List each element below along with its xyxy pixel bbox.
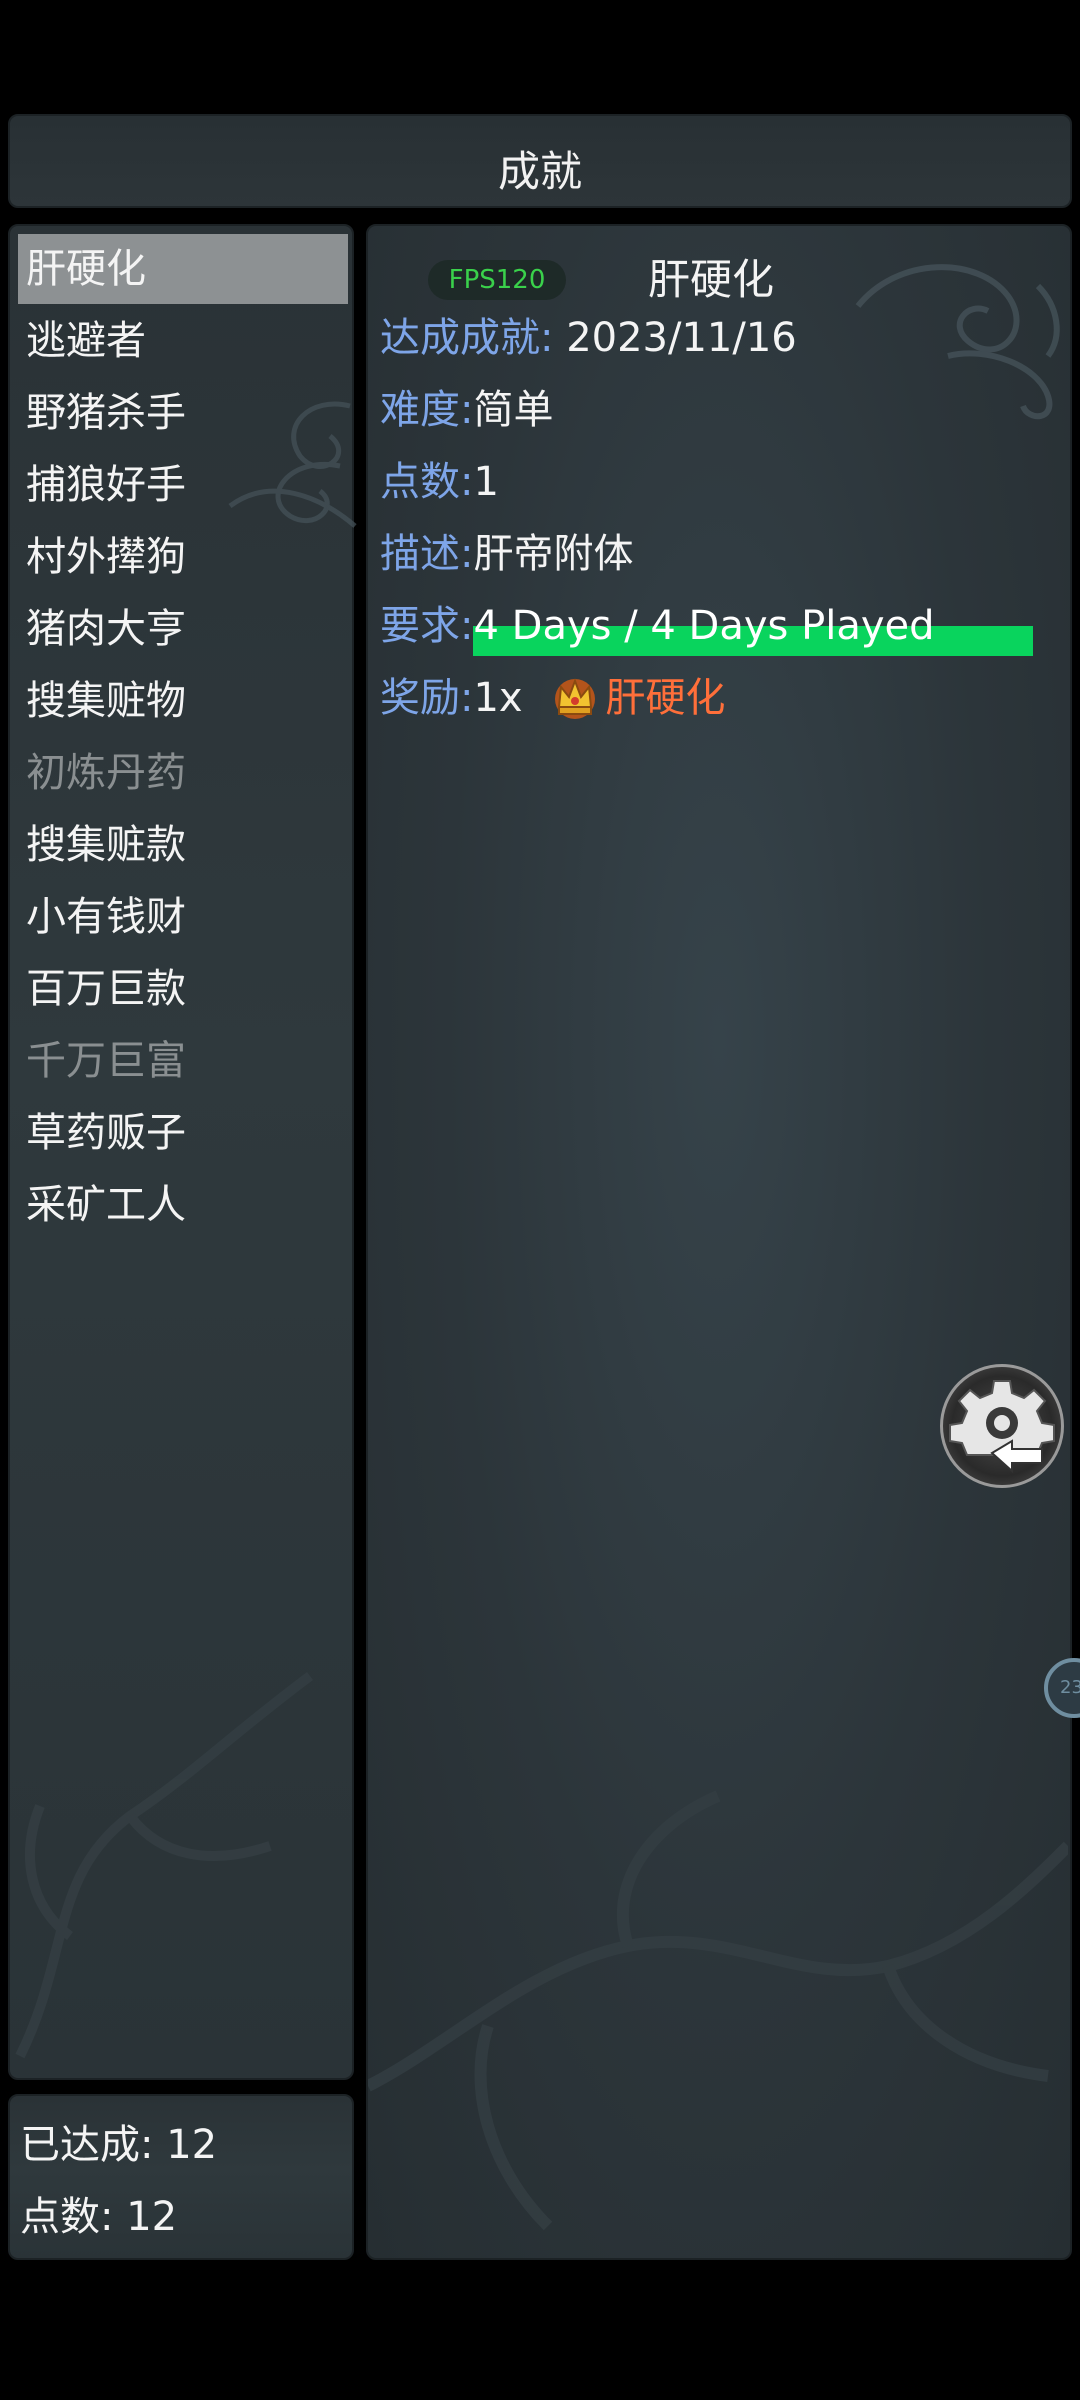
requirement-row: 要求: 4 Days / 4 Days Played: [380, 594, 1034, 658]
gear-back-icon: [949, 1380, 1055, 1474]
achievement-item[interactable]: 猪肉大亨: [18, 594, 348, 664]
crown-icon: [555, 678, 596, 719]
settings-back-button[interactable]: [940, 1364, 1064, 1488]
achieved-label: 达成成就:: [380, 315, 554, 361]
achievement-item[interactable]: 小有钱财: [18, 882, 348, 952]
title-bar: 成就: [8, 114, 1072, 208]
reward-name: 肝硬化: [605, 675, 726, 721]
achievement-item[interactable]: 初炼丹药: [18, 738, 348, 808]
achievement-item[interactable]: 搜集赃物: [18, 666, 348, 736]
requirement-text: 4 Days / 4 Days Played: [473, 603, 935, 649]
achievement-list[interactable]: 肝硬化 逃避者 野猪杀手 捕狼好手 村外撵狗 猪肉大亨 搜集赃物 初炼丹药 搜集赃款 小有钱财 百万…: [8, 224, 357, 2080]
plum-blossom-decoration: [15, 1672, 314, 2059]
requirement-label: 要求:: [380, 603, 474, 649]
page-title: 成就: [497, 147, 582, 196]
difficulty-label: 难度:: [380, 387, 474, 433]
points-label: 点数:: [380, 459, 474, 505]
achieved-count: 已达成: 12: [20, 2122, 218, 2168]
achievement-title: 肝硬化: [648, 255, 775, 304]
plum-blossom-decoration: [368, 1790, 1068, 2231]
difficulty-value: 简单: [473, 387, 554, 433]
achievement-item[interactable]: 搜集赃款: [18, 810, 348, 880]
reward-count: 1x: [473, 675, 523, 721]
achievement-item[interactable]: 草药贩子: [18, 1098, 348, 1168]
achieved-date: 2023/11/16: [566, 315, 797, 361]
achieved-date-row: 达成成就: 2023/11/16: [380, 306, 797, 370]
achievement-item[interactable]: 肝硬化: [18, 234, 348, 304]
description-value: 肝帝附体: [473, 531, 634, 577]
points-value: 1: [473, 459, 499, 505]
achievement-item[interactable]: 村外撵狗: [18, 522, 348, 592]
achievement-item[interactable]: 捕狼好手: [18, 450, 348, 520]
summary-panel: 已达成: 12 点数: 12: [8, 2094, 354, 2260]
cloud-decoration: [855, 264, 1060, 420]
description-row: 描述:肝帝附体: [380, 522, 633, 586]
achievement-item[interactable]: 千万巨富: [18, 1026, 348, 1096]
points-row: 点数:1: [380, 450, 499, 514]
requirement-progress: 4 Days / 4 Days Played: [473, 594, 1034, 658]
achievement-item[interactable]: 野猪杀手: [18, 378, 348, 448]
fps-badge: FPS120: [428, 260, 566, 300]
reward-label: 奖励:: [380, 675, 474, 721]
difficulty-row: 难度:简单: [380, 378, 553, 442]
reward-row: 奖励:1x 肝硬化: [380, 666, 725, 730]
description-label: 描述:: [380, 531, 474, 577]
achievement-item[interactable]: 逃避者: [18, 306, 348, 376]
achievement-detail: FPS120 肝硬化 达成成就: 2023/11/16 难度:简单 点数:1 描…: [366, 224, 1072, 2260]
achievement-item[interactable]: 采矿工人: [18, 1170, 348, 1240]
achievement-item[interactable]: 百万巨款: [18, 954, 348, 1024]
total-points: 点数: 12: [20, 2194, 178, 2240]
